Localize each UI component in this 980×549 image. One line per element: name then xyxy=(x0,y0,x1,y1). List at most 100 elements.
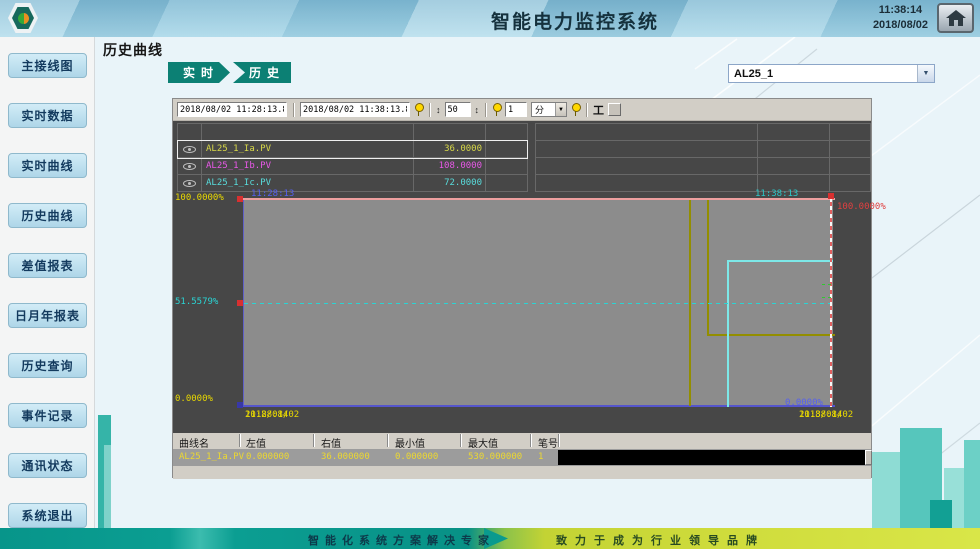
footer-slogan-left: 智能化系统方案解决专家 xyxy=(308,532,495,548)
interval-unit-select[interactable]: 分 ▼ xyxy=(531,102,567,117)
stat-max: 530.000000 xyxy=(468,452,522,462)
col-max-value: 最大值 xyxy=(468,435,498,450)
legend-row-ia[interactable]: AL25_1_Ia.PV 36.0000 xyxy=(178,141,527,158)
header-clock: 11:38:14 2018/08/02 xyxy=(873,3,928,33)
curve-value: 36.0000 xyxy=(414,141,486,157)
tab-realtime[interactable]: 实时 xyxy=(168,62,230,83)
bottom-axis-line xyxy=(243,405,835,407)
marker-top-right[interactable] xyxy=(828,193,834,199)
sidebar-item-diff-report[interactable]: 差值报表 xyxy=(8,253,87,278)
apply-time-icon[interactable] xyxy=(414,103,423,116)
cursor-green-marker xyxy=(822,284,831,298)
toolbar-divider xyxy=(586,103,587,117)
stat-left: 0.000000 xyxy=(246,452,289,462)
sidebar-item-main-diagram[interactable]: 主接线图 xyxy=(8,53,87,78)
legend-table: AL25_1_Ia.PV 36.0000 AL25_1_Ib.PV 108.00… xyxy=(177,123,528,192)
curve-toolbar: ↕ ↕ 分 ▼ 工 xyxy=(173,99,871,121)
toolbar-divider xyxy=(485,103,486,117)
right-bottom-label: 0.0000% xyxy=(785,398,823,408)
points-input[interactable] xyxy=(445,102,471,117)
history-curve-panel: ↕ ↕ 分 ▼ 工 AL25_1_Ia.PV xyxy=(172,98,872,478)
marker-top-left[interactable] xyxy=(237,196,243,202)
sidebar-item-event-record[interactable]: 事件记录 xyxy=(8,403,87,428)
start-time-label: 11:28:13 xyxy=(251,189,294,199)
points-increase-icon[interactable]: ↕ xyxy=(475,103,480,117)
stats-data-row[interactable]: AL25_1_Ia.PV 0.000000 36.000000 0.000000… xyxy=(173,449,871,466)
chevron-down-icon[interactable]: ▼ xyxy=(555,103,566,116)
sidebar-item-comm-status[interactable]: 通讯状态 xyxy=(8,453,87,478)
chevron-down-icon[interactable]: ▼ xyxy=(917,65,934,82)
disabled-tool-icon xyxy=(608,103,621,116)
footer-slogan-right: 致力于成为行业领导品牌 xyxy=(556,532,765,548)
interval-unit-value: 分 xyxy=(532,103,555,116)
points-decrease-icon[interactable]: ↕ xyxy=(436,103,441,117)
y-axis-bottom-label: 0.0000% xyxy=(175,394,213,404)
home-button[interactable] xyxy=(937,3,974,33)
col-curve-name: 曲线名 xyxy=(179,435,209,450)
stats-header-row: 曲线名 左值 右值 最小值 最大值 笔号 xyxy=(173,433,871,449)
curve-name: AL25_1_Ic.PV xyxy=(202,175,414,191)
stat-pen: 1 xyxy=(538,452,543,462)
footer-banner: 智能化系统方案解决专家 致力于成为行业领导品牌 xyxy=(0,528,980,549)
col-right-value: 右值 xyxy=(321,435,341,450)
curve-name: AL25_1_Ia.PV xyxy=(202,141,414,157)
marker-bottom-left[interactable] xyxy=(237,402,243,408)
app-logo-icon xyxy=(8,3,38,33)
curve-chart: 100.0000% 51.5579% 0.0000% 11:28:13 11:3… xyxy=(173,196,871,433)
sidebar-item-realtime-curve[interactable]: 实时曲线 xyxy=(8,153,87,178)
app-window: 智能电力监控系统 11:38:14 2018/08/02 主接线图 实时数据 实… xyxy=(0,0,980,549)
col-min-value: 最小值 xyxy=(395,435,425,450)
y-axis-cursor-label: 51.5579% xyxy=(175,297,218,307)
right-top-label: 100.0000% xyxy=(837,202,886,212)
device-select[interactable]: AL25_1 ▼ xyxy=(728,64,935,83)
stats-scroll-corner[interactable] xyxy=(865,450,872,465)
stat-curve-name: AL25_1_Ia.PV xyxy=(179,452,244,462)
clock-date: 2018/08/02 xyxy=(873,18,928,33)
curve-ia-segment xyxy=(707,200,709,336)
stat-min: 0.000000 xyxy=(395,452,438,462)
time-cursor-line[interactable] xyxy=(830,198,832,407)
curve-value: 72.0000 xyxy=(414,175,486,191)
visibility-eye-icon[interactable] xyxy=(183,146,196,153)
interval-input[interactable] xyxy=(505,102,527,117)
sidebar-item-realtime-data[interactable]: 实时数据 xyxy=(8,103,87,128)
city-building-decoration xyxy=(930,500,952,528)
sidebar: 主接线图 实时数据 实时曲线 历史曲线 差值报表 日月年报表 历史查询 事件记录… xyxy=(0,37,95,528)
cursor-tool-icon[interactable]: 工 xyxy=(593,102,604,118)
city-building-decoration xyxy=(104,445,111,528)
legend-row-ib[interactable]: AL25_1_Ib.PV 108.0000 xyxy=(178,158,527,175)
city-building-decoration xyxy=(872,452,900,528)
sidebar-item-dmy-report[interactable]: 日月年报表 xyxy=(8,303,87,328)
app-header: 智能电力监控系统 11:38:14 2018/08/02 xyxy=(0,0,980,37)
sidebar-item-history-curve[interactable]: 历史曲线 xyxy=(8,203,87,228)
visibility-eye-icon[interactable] xyxy=(183,180,196,187)
clock-time: 11:38:14 xyxy=(873,3,928,18)
interval-apply-icon[interactable] xyxy=(492,103,501,116)
sidebar-item-history-query[interactable]: 历史查询 xyxy=(8,353,87,378)
end-time-input[interactable] xyxy=(300,102,410,117)
curve-value: 108.0000 xyxy=(414,158,486,174)
cursor-time-label: 11:38:13 xyxy=(755,189,798,199)
home-icon xyxy=(946,10,966,26)
top-limit-line xyxy=(243,198,835,200)
start-time-input[interactable] xyxy=(177,102,287,117)
col-left-value: 左值 xyxy=(246,435,266,450)
device-select-value: AL25_1 xyxy=(729,68,917,80)
marker-mid-left[interactable] xyxy=(237,300,243,306)
sidebar-item-system-exit[interactable]: 系统退出 xyxy=(8,503,87,528)
page-title: 历史曲线 xyxy=(103,40,163,60)
stats-empty-area xyxy=(558,450,865,465)
toolbar-divider xyxy=(293,103,294,117)
refresh-icon[interactable] xyxy=(571,103,580,116)
cursor-level-dashed-line xyxy=(244,303,832,304)
curve-stats-table: 曲线名 左值 右值 最小值 最大值 笔号 AL25_1_Ia.PV 0.0000… xyxy=(173,433,871,479)
legend-header-row xyxy=(178,124,527,141)
tab-history[interactable]: 历史 xyxy=(233,62,291,83)
legend-row-ic[interactable]: AL25_1_Ic.PV 72.0000 xyxy=(178,175,527,192)
visibility-eye-icon[interactable] xyxy=(183,163,196,170)
stat-right: 36.000000 xyxy=(321,452,370,462)
city-building-decoration xyxy=(964,440,980,528)
curve-ic-segment xyxy=(727,260,729,407)
curve-name: AL25_1_Ib.PV xyxy=(202,158,414,174)
app-title: 智能电力监控系统 xyxy=(170,7,980,34)
